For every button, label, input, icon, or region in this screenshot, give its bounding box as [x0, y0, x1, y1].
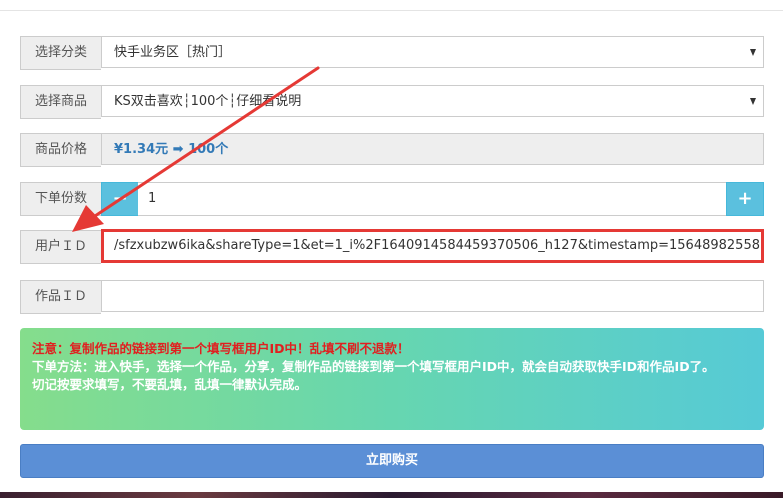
quantity-input[interactable]: 1	[138, 182, 726, 216]
notice-warning: 注意：复制作品的链接到第一个填写框用户ID中！乱填不刷不退款！	[32, 341, 410, 356]
quantity-row: 下单份数 − 1 +	[20, 182, 764, 216]
increase-button[interactable]: +	[726, 182, 764, 216]
price-value: ¥1.34元 ➡ 100个	[101, 133, 764, 165]
select-arrow-icon	[750, 49, 756, 56]
product-label: 选择商品	[20, 85, 101, 119]
price-label: 商品价格	[20, 133, 101, 167]
notice-reminder: 切记按要求填写，不要乱填，乱填一律默认完成。	[32, 377, 308, 392]
user-id-input[interactable]: /sfzxubzw6ika&shareType=1&et=1_i%2F16409…	[101, 229, 764, 263]
background-strip	[0, 492, 783, 498]
select-arrow-icon	[750, 98, 756, 105]
work-id-label: 作品ＩＤ	[20, 280, 101, 314]
notice-box: 注意：复制作品的链接到第一个填写框用户ID中！乱填不刷不退款！ 下单方法：进入快…	[20, 328, 764, 430]
user-id-row: 用户ＩＤ /sfzxubzw6ika&shareType=1&et=1_i%2F…	[20, 229, 764, 264]
top-card	[0, 0, 783, 11]
product-row: 选择商品 KS双击喜欢┆100个┆仔细看说明	[20, 85, 764, 119]
work-id-row: 作品ＩＤ	[20, 280, 764, 314]
category-label: 选择分类	[20, 36, 101, 70]
buy-now-button[interactable]: 立即购买	[20, 444, 764, 478]
price-row: 商品价格 ¥1.34元 ➡ 100个	[20, 133, 764, 167]
decrease-button[interactable]: −	[101, 182, 139, 216]
product-value: KS双击喜欢┆100个┆仔细看说明	[114, 94, 302, 109]
category-select[interactable]: 快手业务区［热门］	[101, 36, 764, 68]
work-id-input[interactable]	[101, 280, 764, 312]
user-id-label: 用户ＩＤ	[20, 230, 101, 264]
quantity-label: 下单份数	[20, 182, 101, 216]
category-row: 选择分类 快手业务区［热门］	[20, 36, 764, 70]
category-value: 快手业务区［热门］	[114, 45, 232, 60]
notice-method: 下单方法：进入快手，选择一个作品，分享，复制作品的链接到第一个填写框用户ID中，…	[32, 359, 715, 374]
product-select[interactable]: KS双击喜欢┆100个┆仔细看说明	[101, 85, 764, 117]
